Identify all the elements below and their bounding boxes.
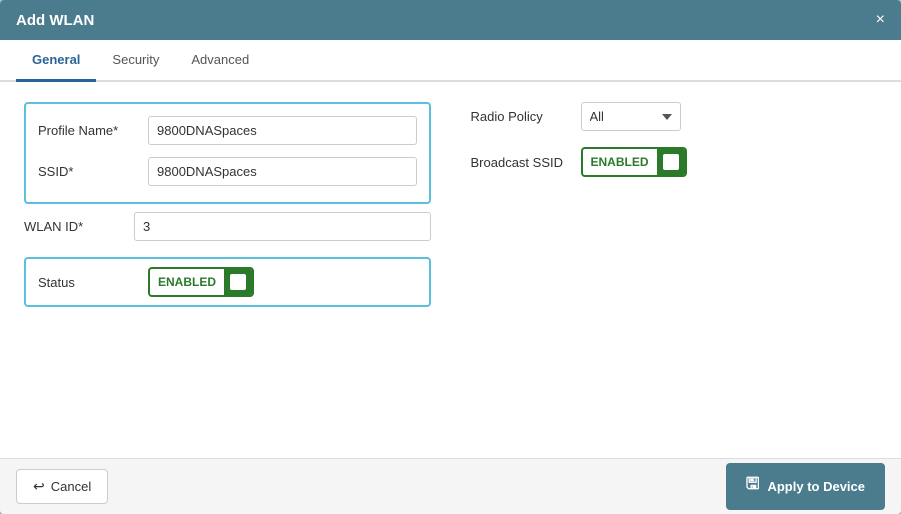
dialog-title: Add WLAN <box>16 12 94 29</box>
toggle-switch-inner <box>230 274 246 290</box>
form-layout: Profile Name* SSID* WLAN ID* Status <box>24 102 877 307</box>
status-toggle-switch[interactable] <box>224 269 252 295</box>
radio-policy-group: Radio Policy All 2.4 GHz 5 GHz 6 GHz <box>471 102 878 131</box>
broadcast-ssid-label: Broadcast SSID <box>471 155 581 170</box>
status-toggle[interactable]: ENABLED <box>148 267 254 297</box>
radio-policy-select[interactable]: All 2.4 GHz 5 GHz 6 GHz <box>581 102 681 131</box>
form-right: Radio Policy All 2.4 GHz 5 GHz 6 GHz Bro… <box>471 102 878 307</box>
tab-security[interactable]: Security <box>96 40 175 82</box>
tab-bar: General Security Advanced <box>0 40 901 82</box>
broadcast-ssid-toggle-switch[interactable] <box>657 149 685 175</box>
dialog-body: Profile Name* SSID* WLAN ID* Status <box>0 82 901 458</box>
cancel-icon: ↩ <box>33 478 45 495</box>
tab-general[interactable]: General <box>16 40 96 82</box>
status-group: Status ENABLED <box>24 257 431 307</box>
profile-name-group: Profile Name* <box>38 116 417 145</box>
wlan-id-input[interactable] <box>134 212 431 241</box>
apply-to-device-button[interactable]: 🖫 Apply to Device <box>726 463 885 510</box>
profile-name-label: Profile Name* <box>38 123 148 138</box>
close-button[interactable]: × <box>876 12 885 28</box>
apply-label: Apply to Device <box>767 479 865 494</box>
broadcast-ssid-toggle-text: ENABLED <box>583 151 657 173</box>
dialog-footer: ↩ Cancel 🖫 Apply to Device <box>0 458 901 514</box>
radio-policy-label: Radio Policy <box>471 109 581 124</box>
wlan-id-label: WLAN ID* <box>24 219 134 234</box>
apply-icon: 🖫 <box>746 473 760 500</box>
profile-ssid-group: Profile Name* SSID* <box>24 102 431 204</box>
ssid-group: SSID* <box>38 157 417 186</box>
wlan-id-group: WLAN ID* <box>24 212 431 241</box>
cancel-button[interactable]: ↩ Cancel <box>16 469 108 504</box>
add-wlan-dialog: Add WLAN × General Security Advanced Pro… <box>0 0 901 514</box>
form-left: Profile Name* SSID* WLAN ID* Status <box>24 102 431 307</box>
profile-name-input[interactable] <box>148 116 417 145</box>
cancel-label: Cancel <box>51 479 91 494</box>
dialog-header: Add WLAN × <box>0 0 901 40</box>
status-toggle-text: ENABLED <box>150 271 224 293</box>
status-label: Status <box>38 275 148 290</box>
broadcast-ssid-toggle[interactable]: ENABLED <box>581 147 687 177</box>
broadcast-toggle-switch-inner <box>663 154 679 170</box>
ssid-label: SSID* <box>38 164 148 179</box>
ssid-input[interactable] <box>148 157 417 186</box>
tab-advanced[interactable]: Advanced <box>175 40 265 82</box>
broadcast-ssid-group: Broadcast SSID ENABLED <box>471 147 878 177</box>
